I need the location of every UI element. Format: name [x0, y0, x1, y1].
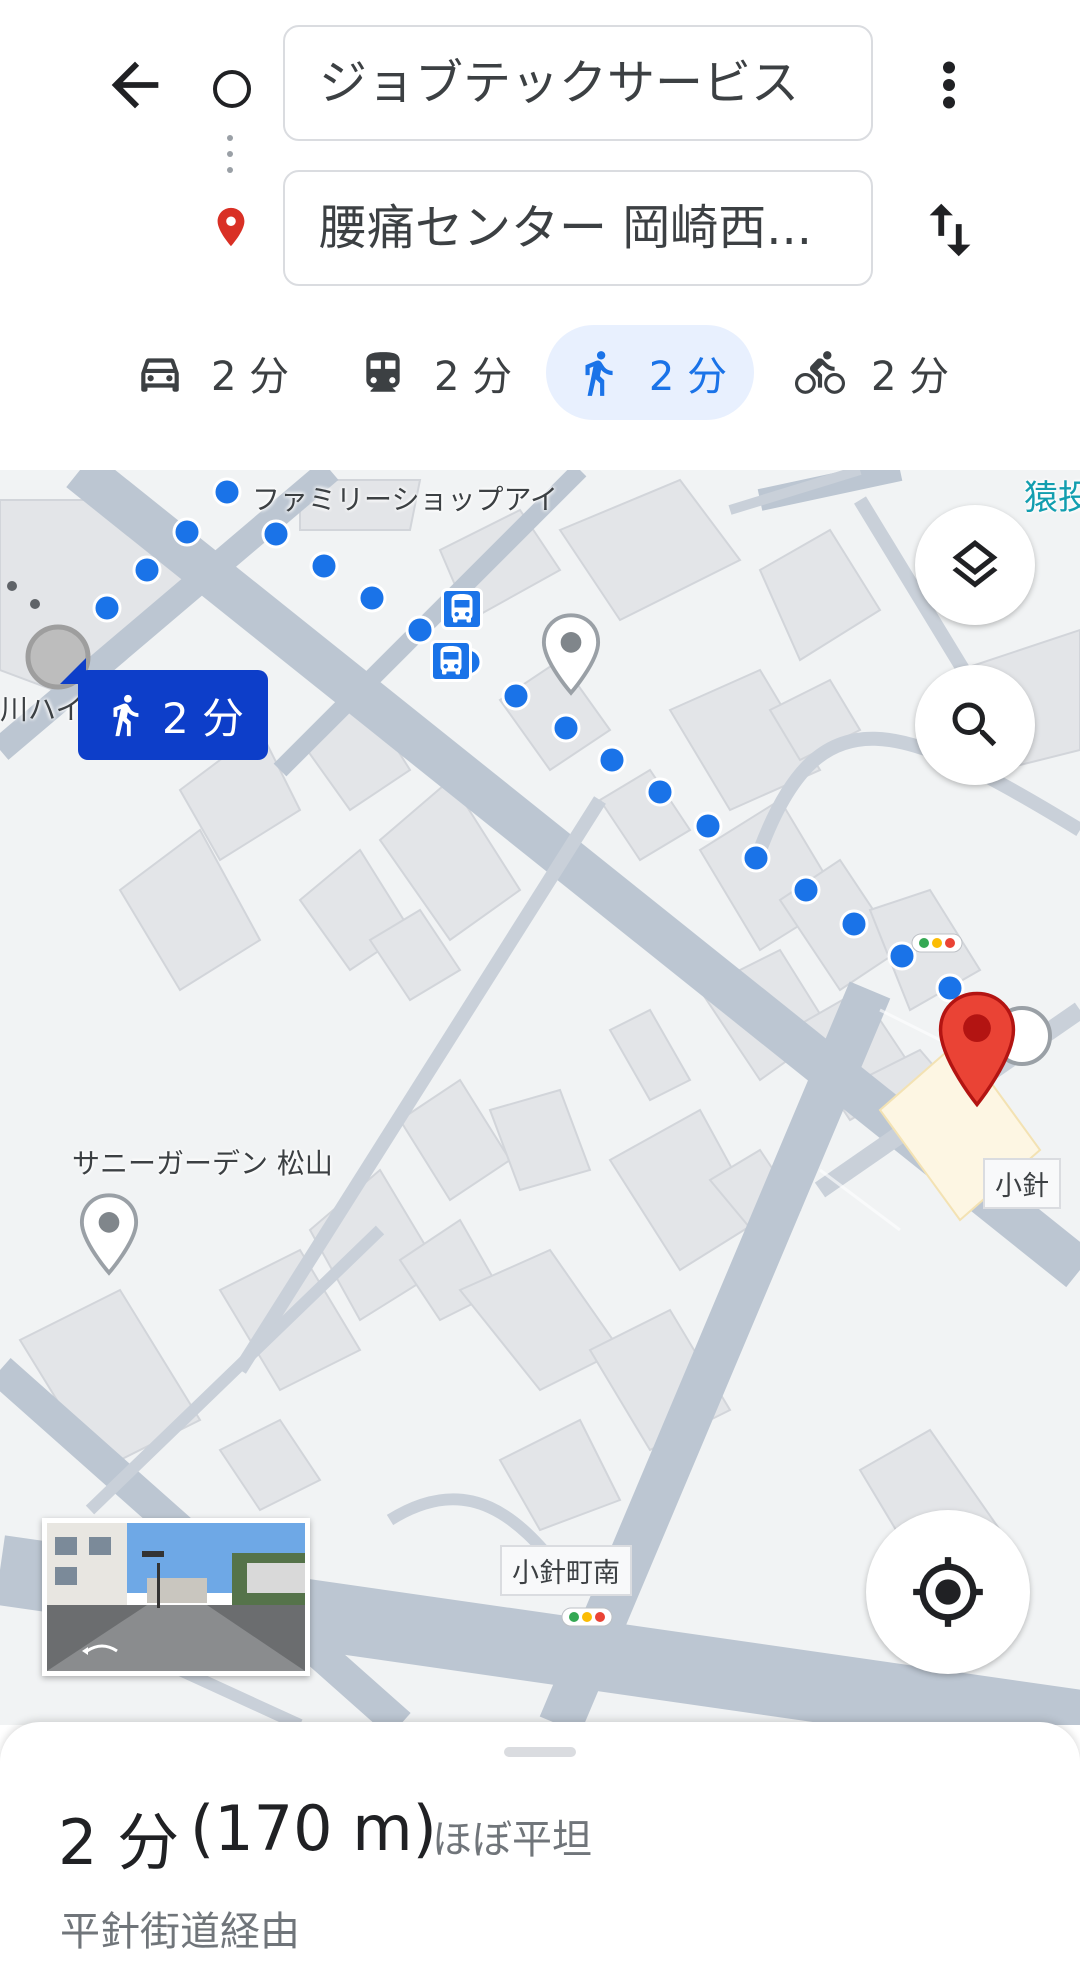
swap-button[interactable]	[915, 195, 985, 265]
poi-label[interactable]: サニーガーデン 松山	[72, 1142, 333, 1182]
more-options-button[interactable]	[924, 55, 974, 115]
train-icon	[366, 351, 400, 392]
tab-transit-label: 2 分	[434, 353, 513, 400]
poi-marker-icon[interactable]	[78, 1192, 140, 1276]
poi-label: 川ハイ	[0, 693, 84, 726]
intersection-label: 小針町南	[500, 1545, 632, 1596]
street-view-thumbnail[interactable]	[42, 1518, 310, 1676]
bus-stop-icon[interactable]	[430, 640, 472, 682]
route-time-badge[interactable]: 2 分	[78, 670, 268, 760]
poi-label[interactable]: ファミリーショップアイ	[252, 478, 558, 518]
search-icon	[952, 702, 997, 747]
tab-transit[interactable]: 2 分	[358, 325, 512, 420]
route-summary-sheet[interactable]: 2 分 (170 m) ほぼ平坦 平針街道経由	[0, 1722, 1080, 1962]
search-along-route-button[interactable]	[915, 665, 1035, 785]
destination-input[interactable]: 腰痛センター 岡崎西...	[283, 170, 873, 286]
my-location-button[interactable]	[866, 1510, 1030, 1674]
walk-icon	[113, 694, 139, 737]
back-button[interactable]	[100, 50, 170, 120]
route-connector-icon	[227, 135, 233, 173]
tab-car-label: 2 分	[211, 353, 290, 400]
walk-icon	[585, 350, 613, 396]
destination-marker-icon[interactable]	[935, 990, 1019, 1108]
route-via: 平針街道経由	[60, 1909, 300, 1955]
badge-pointer	[60, 658, 86, 684]
route-distance: (170 m)	[190, 1792, 437, 1865]
route-time-label: 2 分	[161, 693, 245, 743]
more-vert-icon	[943, 61, 955, 109]
tab-car[interactable]: 2 分	[135, 325, 289, 420]
destination-pin-icon	[208, 204, 254, 254]
directions-header: ジョブテックサービス 腰痛センター 岡崎西... 2 分 2 分 2 分 2 分	[0, 0, 1080, 470]
intersection-label: 小針	[983, 1158, 1061, 1209]
my-location-icon	[913, 1557, 983, 1627]
street-view-image	[47, 1523, 305, 1671]
origin-input[interactable]: ジョブテックサービス	[283, 25, 873, 141]
poi-marker-icon[interactable]	[540, 612, 602, 696]
route-terrain: ほぼ平坦	[432, 1817, 592, 1863]
swap-vert-icon	[929, 203, 971, 257]
map-view[interactable]: ファミリーショップアイ サニーガーデン 松山 川ハイ 猿投 小針 小針町南 2 …	[0, 470, 1080, 1725]
layers-icon	[952, 540, 998, 588]
tab-bike[interactable]: 2 分	[795, 325, 949, 420]
layers-button[interactable]	[915, 505, 1035, 625]
drag-handle[interactable]	[504, 1747, 576, 1757]
arrow-back-icon	[111, 61, 159, 109]
car-icon	[141, 357, 179, 392]
bus-stop-icon[interactable]	[441, 588, 483, 630]
tab-walk-label: 2 分	[648, 353, 728, 400]
tab-bike-label: 2 分	[871, 353, 950, 400]
bike-icon	[795, 350, 845, 394]
origin-dot-icon	[213, 70, 251, 108]
poi-label[interactable]: 猿投	[1024, 470, 1080, 519]
travel-mode-tabs: 2 分 2 分 2 分 2 分	[0, 325, 1080, 420]
tab-walk[interactable]: 2 分	[546, 325, 754, 420]
route-time: 2 分	[58, 1806, 180, 1879]
